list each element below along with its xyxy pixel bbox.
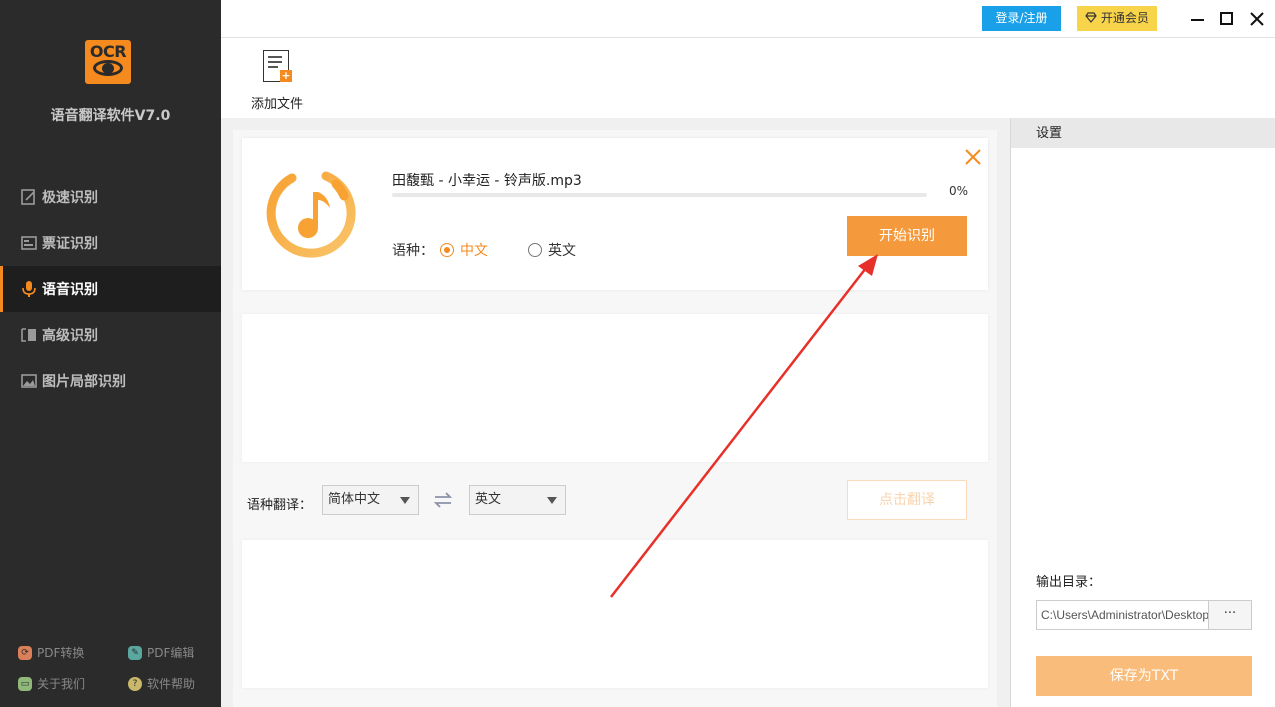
close-icon	[965, 149, 981, 165]
progress-percent: 0%	[949, 184, 969, 198]
sidebar-item-label: 语音识别	[42, 282, 98, 298]
sidebar-item-image-partial-recognition[interactable]: 图片局部识别	[0, 358, 221, 404]
file-name: 田馥甄 - 小幸运 - 铃声版.mp3	[392, 173, 582, 189]
add-file-button[interactable]: + 添加文件	[247, 50, 307, 112]
translate-button[interactable]: 点击翻译	[847, 480, 967, 520]
sidebar-item-label: 高级识别	[42, 328, 98, 344]
image-icon	[20, 372, 38, 390]
remove-file-button[interactable]	[962, 146, 984, 168]
sidebar-item-fast-recognition[interactable]: 极速识别	[0, 174, 221, 220]
card-icon	[20, 234, 38, 252]
scan-icon	[20, 188, 38, 206]
target-language-select[interactable]: 英文	[469, 485, 566, 515]
translation-row: 语种翻译： 简体中文 英文 点击翻译	[247, 480, 987, 521]
sidebar-item-ticket-recognition[interactable]: 票证识别	[0, 220, 221, 266]
sidebar-item-label: 极速识别	[42, 190, 98, 206]
radio-button-checked[interactable]	[440, 243, 454, 257]
toolbar: + 添加文件	[221, 38, 1275, 118]
pdf-convert-icon: ⟳	[18, 645, 32, 660]
browse-button[interactable]: ···	[1208, 600, 1252, 630]
translation-label: 语种翻译：	[247, 498, 313, 513]
sidebar: OCR 语音翻译软件V7.0 极速识别 票证识别 语音识别 高级识别 图片局部识…	[0, 0, 221, 707]
settings-title: 设置	[1011, 118, 1275, 148]
pdf-convert-link[interactable]: ⟳ PDF转换	[18, 644, 84, 661]
advanced-icon	[20, 326, 38, 344]
microphone-icon	[20, 280, 38, 298]
app-title: 语音翻译软件V7.0	[50, 108, 171, 124]
title-bar: 登录/注册 开通会员	[221, 0, 1275, 38]
swap-icon[interactable]	[433, 491, 453, 509]
sidebar-item-voice-recognition[interactable]: 语音识别	[0, 266, 221, 312]
radio-english[interactable]: 英文	[528, 240, 576, 260]
file-card: 田馥甄 - 小幸运 - 铃声版.mp3 0% 语种： 中文 英文 开始识别	[242, 138, 988, 290]
close-window-button[interactable]	[1246, 8, 1268, 30]
about-us-link[interactable]: ▭ 关于我们	[18, 675, 85, 692]
output-directory-input[interactable]: C:\Users\Administrator\Desktop	[1036, 600, 1209, 630]
help-icon: ?	[128, 676, 142, 691]
source-language-select[interactable]: 简体中文	[322, 485, 419, 515]
translation-result-area[interactable]	[242, 540, 988, 688]
output-directory-label: 输出目录：	[1036, 575, 1102, 590]
pdf-edit-link[interactable]: ✎ PDF编辑	[128, 644, 194, 661]
chevron-down-icon	[547, 497, 557, 504]
radio-button-unchecked[interactable]	[528, 243, 542, 257]
main-panel: 田馥甄 - 小幸运 - 铃声版.mp3 0% 语种： 中文 英文 开始识别 语种…	[233, 130, 997, 707]
language-selector: 语种： 中文 英文	[392, 240, 576, 260]
ocr-logo: OCR	[85, 40, 131, 84]
software-help-link[interactable]: ? 软件帮助	[128, 675, 195, 692]
sidebar-item-label: 票证识别	[42, 236, 98, 252]
language-label: 语种：	[392, 243, 434, 259]
start-recognition-button[interactable]: 开始识别	[847, 216, 967, 256]
sidebar-nav: 极速识别 票证识别 语音识别 高级识别 图片局部识别	[0, 174, 221, 404]
login-register-button[interactable]: 登录/注册	[982, 6, 1061, 31]
maximize-icon	[1220, 12, 1233, 25]
sidebar-item-advanced-recognition[interactable]: 高级识别	[0, 312, 221, 358]
chevron-down-icon	[400, 497, 410, 504]
add-file-label: 添加文件	[250, 97, 303, 112]
minimize-button[interactable]	[1187, 8, 1209, 30]
minimize-icon	[1191, 19, 1204, 21]
logo-text: OCR	[89, 42, 127, 61]
pdf-edit-icon: ✎	[128, 645, 142, 660]
maximize-button[interactable]	[1216, 8, 1238, 30]
save-as-txt-button[interactable]: 保存为TXT	[1036, 656, 1252, 696]
progress-bar	[392, 193, 927, 197]
recognition-result-area[interactable]	[242, 314, 988, 462]
radio-chinese[interactable]: 中文	[440, 240, 488, 260]
sidebar-item-label: 图片局部识别	[42, 374, 126, 390]
close-icon	[1250, 12, 1264, 26]
music-note-icon	[266, 171, 356, 258]
settings-panel: 设置 输出目录： C:\Users\Administrator\Desktop …	[1010, 118, 1275, 707]
chat-icon: ▭	[18, 676, 32, 691]
open-vip-button[interactable]: 开通会员	[1077, 6, 1157, 31]
diamond-icon	[1085, 11, 1101, 25]
